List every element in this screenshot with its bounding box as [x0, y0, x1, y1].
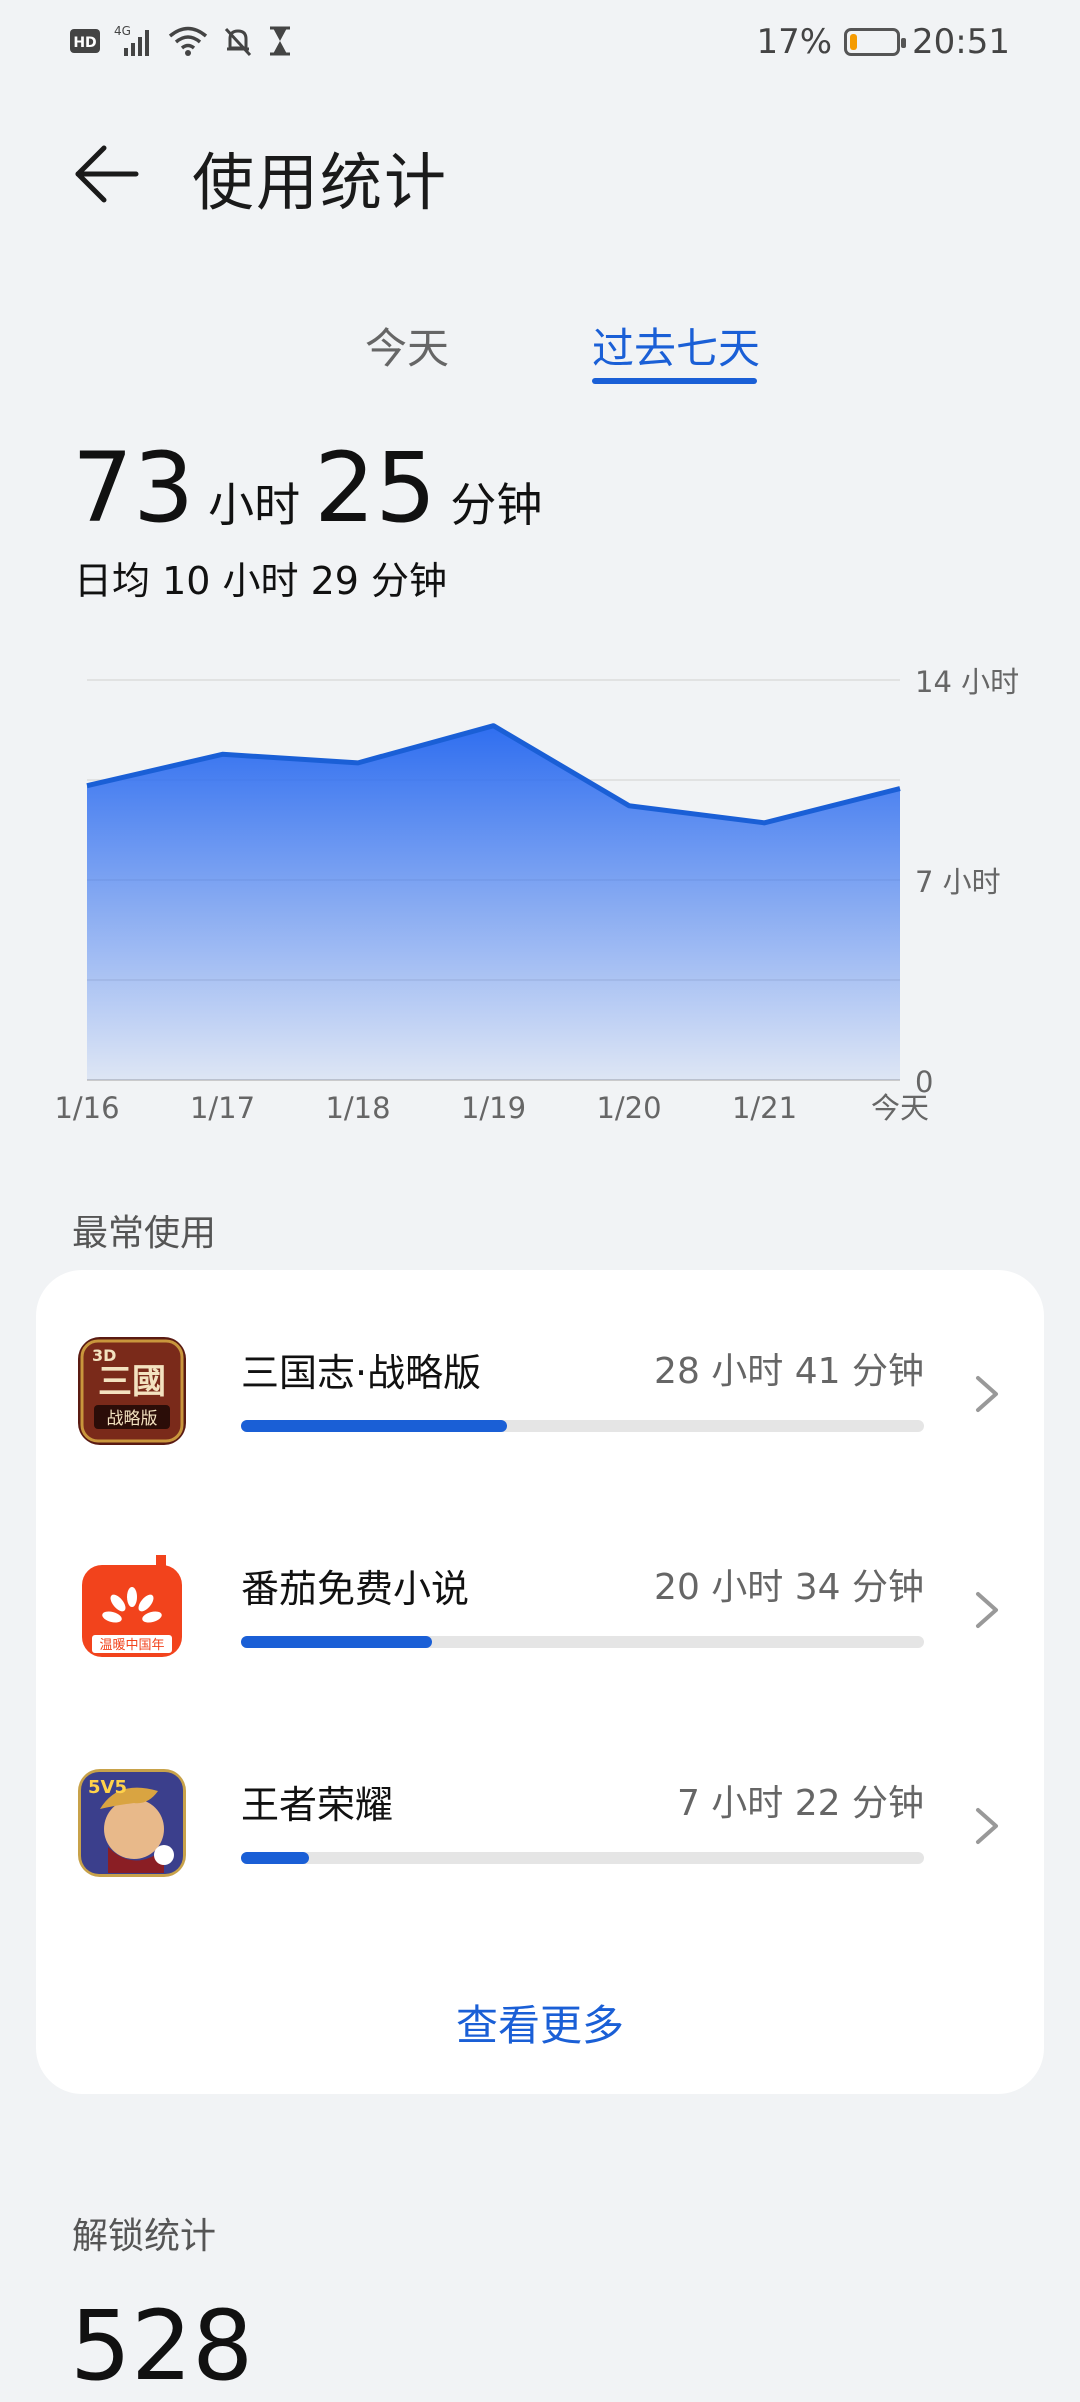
usage-bar-fill — [241, 1636, 432, 1648]
unlock-stats-label: 解锁统计 — [72, 2207, 216, 2259]
svg-text:战略版: 战略版 — [107, 1409, 158, 1429]
most-used-label: 最常使用 — [72, 1204, 216, 1256]
svg-text:温暖中国年: 温暖中国年 — [99, 1638, 164, 1653]
status-bar: HD 4G 17% 20:51 — [0, 0, 1080, 90]
back-button[interactable] — [70, 138, 142, 210]
svg-text:3D: 3D — [92, 1346, 116, 1365]
app-row-sanguozhi[interactable]: 三國 战略版 3D 三国志·战略版 28 小时 41 分钟 — [36, 1270, 1044, 1486]
status-right: 17% 20:51 — [756, 22, 1010, 62]
usage-bar-track — [241, 1636, 924, 1648]
app-row-wangzhe[interactable]: 5V5 王者荣耀 7 小时 22 分钟 — [36, 1702, 1044, 1918]
x-tick-label: 1/21 — [732, 1091, 797, 1125]
x-tick-label: 1/18 — [325, 1091, 390, 1125]
chevron-right-icon — [972, 1588, 1002, 1632]
app-row-fanqie[interactable]: 温暖中国年 番茄免费小说 20 小时 34 分钟 — [36, 1486, 1044, 1702]
svg-text:HD: HD — [73, 35, 96, 51]
honor-of-kings-app-icon: 5V5 — [78, 1769, 186, 1877]
tab-past-seven-days[interactable]: 过去七天 — [592, 315, 760, 376]
back-arrow-icon — [70, 138, 142, 210]
fanqie-novel-app-icon: 温暖中国年 — [78, 1553, 186, 1661]
usage-bar-fill — [241, 1420, 507, 1432]
app-usage-time: 28 小时 41 分钟 — [654, 1342, 924, 1394]
unlock-count: 528 — [70, 2290, 253, 2402]
daily-average: 日均 10 小时 29 分钟 — [74, 550, 447, 605]
x-tick-label: 1/20 — [596, 1091, 661, 1125]
app-name: 番茄免费小说 — [241, 1558, 469, 1613]
sanguozhi-app-icon: 三國 战略版 3D — [78, 1337, 186, 1445]
app-usage-time: 7 小时 22 分钟 — [677, 1774, 924, 1826]
most-used-card: 三國 战略版 3D 三国志·战略版 28 小时 41 分钟 — [36, 1270, 1044, 2094]
chevron-right-icon — [972, 1804, 1002, 1848]
svg-text:4G: 4G — [114, 24, 131, 38]
total-minutes: 25 — [314, 440, 436, 536]
x-tick-label: 今天 — [871, 1091, 929, 1125]
status-left: HD 4G — [70, 24, 292, 62]
page-title: 使用统计 — [192, 132, 448, 222]
usage-bar-track — [241, 1420, 924, 1432]
app-name: 三国志·战略版 — [241, 1342, 481, 1397]
y-tick-label: 14 小时 — [915, 665, 1019, 699]
clock: 20:51 — [912, 22, 1010, 62]
minutes-unit: 分钟 — [450, 469, 542, 535]
usage-area-chart: 14 小时7 小时01/161/171/181/191/201/21今天 — [0, 640, 1080, 1140]
battery-percent: 17% — [756, 22, 832, 62]
hourglass-icon — [268, 25, 292, 61]
x-tick-label: 1/16 — [54, 1091, 119, 1125]
battery-icon — [844, 28, 900, 56]
y-tick-label: 7 小时 — [915, 865, 1001, 899]
total-hours: 73 — [72, 440, 194, 536]
svg-text:5V5: 5V5 — [88, 1777, 127, 1798]
usage-area-fill — [87, 726, 900, 1080]
x-tick-label: 1/17 — [190, 1091, 255, 1125]
total-usage: 73 小时 25 分钟 — [72, 440, 556, 536]
mute-bell-icon — [222, 25, 254, 61]
hd-icon: HD — [70, 27, 100, 59]
app-usage-time: 20 小时 34 分钟 — [654, 1558, 924, 1610]
view-more-link[interactable]: 查看更多 — [36, 1992, 1044, 2053]
wifi-icon — [168, 25, 208, 61]
tab-active-indicator — [592, 378, 757, 384]
usage-bar-track — [241, 1852, 924, 1864]
battery-level-fill — [850, 34, 857, 50]
x-tick-label: 1/19 — [461, 1091, 526, 1125]
app-name: 王者荣耀 — [241, 1774, 393, 1829]
signal-icon: 4G — [114, 24, 154, 62]
usage-bar-fill — [241, 1852, 309, 1864]
svg-text:三國: 三國 — [98, 1362, 166, 1402]
hours-unit: 小时 — [208, 469, 300, 535]
chevron-right-icon — [972, 1372, 1002, 1416]
tab-today[interactable]: 今天 — [365, 315, 449, 376]
